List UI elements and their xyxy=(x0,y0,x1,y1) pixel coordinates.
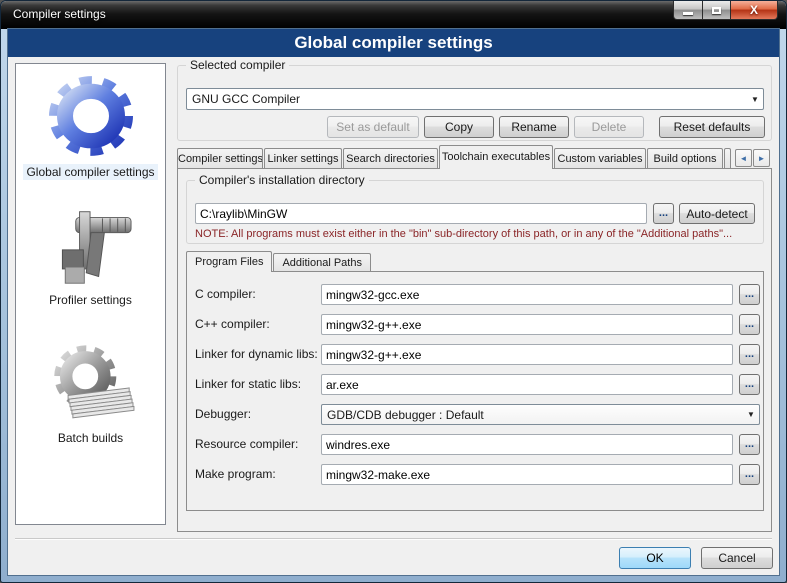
compiler-actions: Set as default Copy Rename Delete Reset … xyxy=(327,116,765,138)
field-row: Make program: ... xyxy=(195,464,757,485)
tab-compiler-settings[interactable]: Compiler settings xyxy=(177,148,263,169)
minimize-button[interactable] xyxy=(673,1,703,20)
sidebar-item-label: Profiler settings xyxy=(46,292,135,308)
selected-compiler-group-label: Selected compiler xyxy=(186,58,289,72)
cancel-button[interactable]: Cancel xyxy=(701,547,773,569)
field-label: C compiler: xyxy=(195,284,256,305)
ok-button[interactable]: OK xyxy=(619,547,691,569)
tab-search-directories[interactable]: Search directories xyxy=(343,148,438,169)
dialog-client-area: Global compiler settings Global compiler… xyxy=(8,29,779,575)
rename-button[interactable]: Rename xyxy=(499,116,569,138)
auto-detect-button[interactable]: Auto-detect xyxy=(679,203,755,224)
installation-directory-group-label: Compiler's installation directory xyxy=(195,173,369,187)
chevron-down-icon: ▼ xyxy=(743,410,759,419)
resource-compiler-input[interactable] xyxy=(321,434,733,455)
blue-gear-icon xyxy=(41,72,141,160)
installation-directory-input[interactable] xyxy=(195,203,647,224)
field-row: C compiler: ... xyxy=(195,284,757,305)
field-row: Linker for dynamic libs: ... xyxy=(195,344,757,365)
static-linker-input[interactable] xyxy=(321,374,733,395)
copy-button[interactable]: Copy xyxy=(424,116,494,138)
debugger-select[interactable]: GDB/CDB debugger : Default ▼ xyxy=(321,404,760,425)
close-button[interactable]: X xyxy=(730,1,778,20)
tab-additional-paths[interactable]: Additional Paths xyxy=(273,253,371,272)
resource-compiler-browse-button[interactable]: ... xyxy=(739,434,760,455)
footer-separator xyxy=(15,538,772,540)
tab-toolchain-executables[interactable]: Toolchain executables xyxy=(439,145,553,169)
tab-custom-variables[interactable]: Custom variables xyxy=(554,148,646,169)
field-label: Debugger: xyxy=(195,404,251,425)
tab-overflow-sliver xyxy=(724,148,731,169)
field-label: Linker for static libs: xyxy=(195,374,301,395)
static-linker-browse-button[interactable]: ... xyxy=(739,374,760,395)
sidebar-item-profiler-settings[interactable]: Profiler settings xyxy=(16,206,165,308)
make-program-browse-button[interactable]: ... xyxy=(739,464,760,485)
gray-gear-stack-icon xyxy=(43,342,139,426)
reset-defaults-button[interactable]: Reset defaults xyxy=(659,116,765,138)
sidebar-item-label: Global compiler settings xyxy=(23,164,157,180)
c-compiler-browse-button[interactable]: ... xyxy=(739,284,760,305)
program-files-tab-strip: Program Files Additional Paths xyxy=(186,251,372,272)
minimize-icon xyxy=(683,12,693,15)
set-as-default-button[interactable]: Set as default xyxy=(327,116,419,138)
chevron-down-icon: ▼ xyxy=(747,95,763,104)
tab-program-files[interactable]: Program Files xyxy=(186,251,272,272)
selected-compiler-group: Selected compiler GNU GCC Compiler ▼ Set… xyxy=(177,65,772,141)
tab-build-options[interactable]: Build options xyxy=(647,148,723,169)
field-label: Resource compiler: xyxy=(195,434,298,455)
field-row: Linker for static libs: ... xyxy=(195,374,757,395)
toolchain-executables-panel: Compiler's installation directory ... Au… xyxy=(177,168,772,532)
field-label: Linker for dynamic libs: xyxy=(195,344,318,365)
window-title: Compiler settings xyxy=(13,1,106,28)
close-icon: X xyxy=(750,3,758,17)
sidebar-item-label: Batch builds xyxy=(55,430,126,446)
compiler-settings-window: Compiler settings X Global compiler sett… xyxy=(0,0,787,583)
tab-scroll-controls: ◄ ► xyxy=(735,149,770,167)
cpp-compiler-browse-button[interactable]: ... xyxy=(739,314,760,335)
sidebar-item-global-compiler-settings[interactable]: Global compiler settings xyxy=(16,72,165,180)
sidebar-item-batch-builds[interactable]: Batch builds xyxy=(16,342,165,446)
field-row: Debugger: GDB/CDB debugger : Default ▼ xyxy=(195,404,757,425)
settings-category-list: Global compiler settings xyxy=(15,63,166,525)
tab-scroll-left-icon[interactable]: ◄ xyxy=(735,149,752,167)
debugger-select-value: GDB/CDB debugger : Default xyxy=(322,408,743,422)
compiler-select[interactable]: GNU GCC Compiler ▼ xyxy=(186,88,764,110)
program-files-panel: C compiler: ... C++ compiler: ... Linker… xyxy=(186,271,764,511)
field-row: Resource compiler: ... xyxy=(195,434,757,455)
field-label: Make program: xyxy=(195,464,276,485)
field-row: C++ compiler: ... xyxy=(195,314,757,335)
window-controls: X xyxy=(673,1,778,20)
maximize-button[interactable] xyxy=(703,1,730,20)
delete-button[interactable]: Delete xyxy=(574,116,644,138)
installation-directory-group: Compiler's installation directory ... Au… xyxy=(186,180,764,244)
caliper-icon xyxy=(43,206,139,288)
dynamic-linker-browse-button[interactable]: ... xyxy=(739,344,760,365)
title-bar: Compiler settings X xyxy=(1,1,786,29)
c-compiler-input[interactable] xyxy=(321,284,733,305)
maximize-icon xyxy=(712,7,721,14)
make-program-input[interactable] xyxy=(321,464,733,485)
settings-tab-strip: Compiler settings Linker settings Search… xyxy=(177,145,772,169)
dynamic-linker-input[interactable] xyxy=(321,344,733,365)
installation-directory-browse-button[interactable]: ... xyxy=(653,203,674,224)
field-label: C++ compiler: xyxy=(195,314,270,335)
page-title: Global compiler settings xyxy=(8,29,779,57)
tab-scroll-right-icon[interactable]: ► xyxy=(753,149,770,167)
bin-subdirectory-note: NOTE: All programs must exist either in … xyxy=(195,228,732,240)
cpp-compiler-input[interactable] xyxy=(321,314,733,335)
tab-linker-settings[interactable]: Linker settings xyxy=(264,148,342,169)
compiler-select-value: GNU GCC Compiler xyxy=(187,92,747,106)
